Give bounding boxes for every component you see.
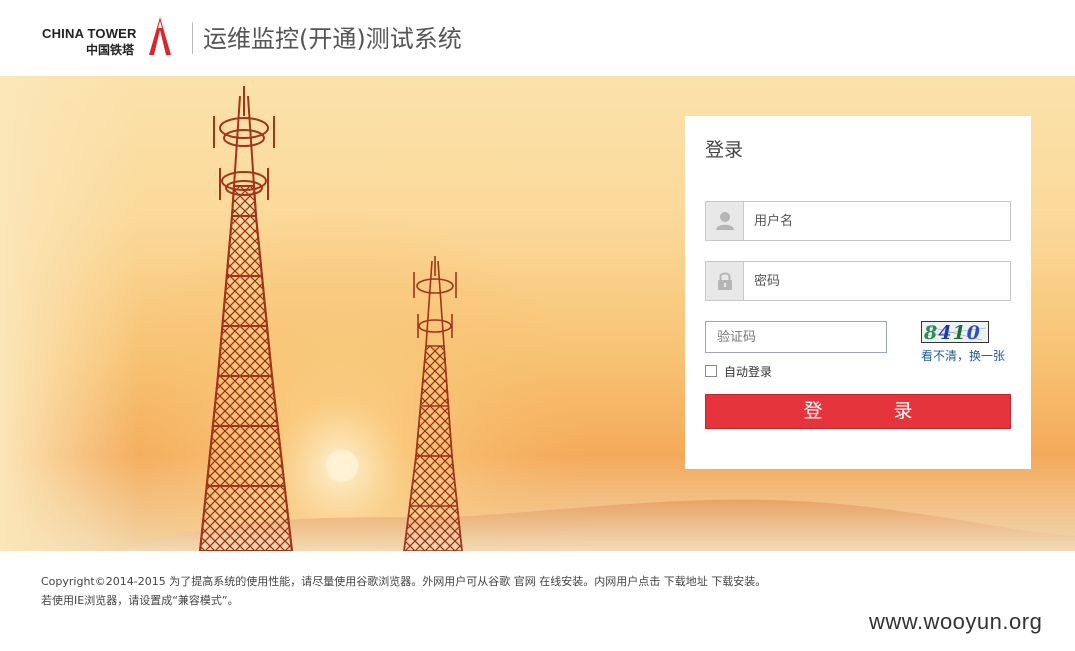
logo-chinese-text: 中国铁塔	[86, 43, 135, 57]
watermark-text: www.wooyun.org	[869, 609, 1043, 634]
header: CHINA TOWER 中国铁塔 运维监控(开通)测试系统	[0, 0, 1075, 76]
password-field[interactable]	[705, 261, 1011, 301]
captcha-code: 8410	[924, 322, 981, 343]
auto-login-label: 自动登录	[724, 365, 773, 379]
username-field[interactable]	[705, 201, 1011, 241]
login-button[interactable]: 登 录	[705, 394, 1011, 429]
login-title: 登录	[705, 139, 744, 161]
captcha-field[interactable]	[705, 321, 887, 353]
footer-copyright-line: Copyright©2014-2015 为了提高系统的使用性能，请尽量使用谷歌浏…	[41, 573, 766, 589]
auto-login-checkbox[interactable]	[705, 365, 717, 377]
footer-text-prefix: Copyright©2014-2015 为了提高系统的使用性能，请尽量使用谷歌浏…	[41, 575, 511, 588]
official-site-link[interactable]: 官网	[514, 575, 536, 588]
username-input[interactable]	[754, 211, 994, 231]
header-divider	[192, 22, 193, 54]
footer-text-mid: 在线安装。内网用户点击	[539, 575, 661, 588]
captcha-image[interactable]: 8410	[921, 321, 989, 343]
captcha-code-text: 8410	[924, 322, 981, 343]
captcha-refresh-link[interactable]: 看不清，换一张	[921, 347, 1005, 364]
user-icon	[706, 202, 744, 240]
system-title: 运维监控(开通)测试系统	[203, 25, 462, 53]
login-panel: 登录 8410 看不清，换一张 自动登录	[685, 116, 1031, 469]
china-tower-logo: CHINA TOWER 中国铁塔	[42, 16, 177, 60]
lock-icon	[706, 262, 744, 300]
download-link[interactable]: 下载地址	[664, 575, 708, 588]
captcha-input[interactable]	[717, 328, 877, 346]
footer-text-suffix: 下载安装。	[711, 575, 767, 588]
logo-english-text: CHINA TOWER	[42, 26, 137, 41]
tower-logo-icon	[149, 17, 171, 55]
footer: Copyright©2014-2015 为了提高系统的使用性能，请尽量使用谷歌浏…	[0, 551, 1075, 651]
password-input[interactable]	[754, 271, 994, 291]
footer-ie-notice: 若使用IE浏览器，请设置成“兼容模式”。	[41, 594, 239, 607]
